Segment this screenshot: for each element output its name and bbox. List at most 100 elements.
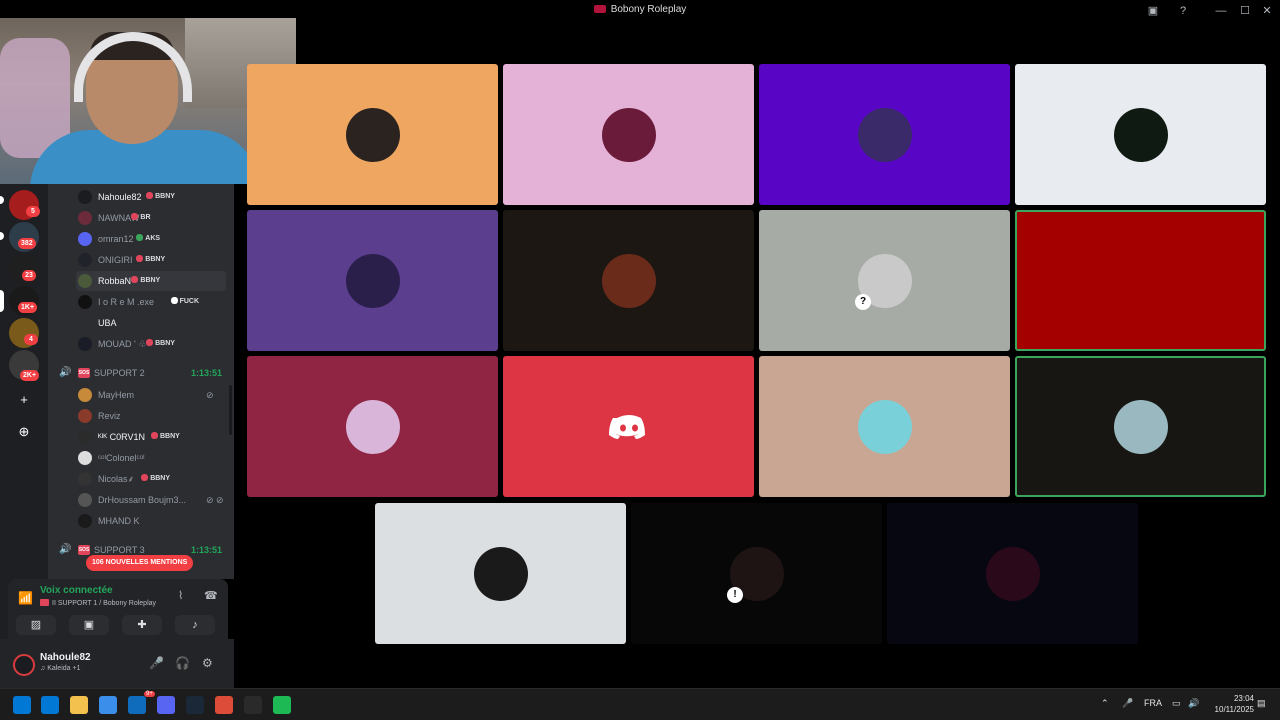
screen-share-button[interactable]: ▣	[69, 615, 109, 635]
voice-member[interactable]: MayHem ⊘	[76, 385, 226, 405]
taskbar-app-icon[interactable]	[99, 696, 117, 714]
windows-start-icon[interactable]	[13, 696, 31, 714]
avatar	[1114, 108, 1168, 162]
voice-member[interactable]: omran12 AKS	[76, 229, 226, 249]
voice-member[interactable]: MHAND K	[76, 511, 226, 531]
window-title-text: Bobony Roleplay	[610, 4, 687, 15]
mentions-banner[interactable]: 106 NOUVELLES MENTIONS	[86, 555, 194, 571]
tray-mic-icon[interactable]: 🎤	[1122, 698, 1133, 709]
close-button[interactable]: ✕	[1260, 2, 1274, 20]
help-icon[interactable]: ?	[1176, 2, 1190, 20]
member-name: DrHoussam Boujm3...	[98, 495, 187, 505]
channel-scrollbar[interactable]	[229, 385, 232, 435]
voice-member[interactable]: MOUAD ' ♧ BBNY	[76, 334, 226, 354]
voice-participant-tile[interactable]: !	[631, 503, 882, 644]
voice-participant-tile[interactable]: ?	[759, 210, 1010, 351]
server-badge: 382	[18, 238, 36, 249]
voice-participant-tile[interactable]	[1015, 64, 1266, 205]
taskbar-app-icon[interactable]	[186, 696, 204, 714]
server-logo-icon	[593, 5, 606, 13]
taskbar-app-icon[interactable]	[244, 696, 262, 714]
headset-icon[interactable]: 🎧	[175, 656, 190, 670]
signal-icon[interactable]: 📶	[18, 591, 33, 605]
avatar	[78, 274, 92, 288]
taskbar-app-icon[interactable]	[128, 696, 146, 714]
discover-button[interactable]: ⊕	[14, 422, 34, 442]
sos-icon: SOS	[78, 545, 90, 555]
channel-timer: 1:13:51	[190, 368, 222, 378]
voice-participant-tile[interactable]	[503, 64, 754, 205]
tray-volume-icon[interactable]: 🔊	[1188, 698, 1199, 709]
avatar	[858, 400, 912, 454]
voice-member[interactable]: UBA	[76, 313, 226, 333]
taskbar-app-icon[interactable]	[70, 696, 88, 714]
settings-icon[interactable]: ⚙	[202, 656, 213, 670]
guild-tag-badge: BBNY	[146, 334, 175, 354]
minimize-button[interactable]: —	[1214, 2, 1228, 20]
avatar	[78, 430, 92, 444]
voice-participant-tile[interactable]	[759, 64, 1010, 205]
clock-time: 23:04	[1233, 694, 1254, 703]
voice-participant-tile[interactable]	[247, 64, 498, 205]
server-pill	[0, 196, 4, 204]
voice-participant-tile[interactable]	[247, 356, 498, 497]
guild-tag-badge: BBNY	[136, 250, 165, 270]
inbox-icon[interactable]: ▣	[1146, 2, 1160, 20]
taskbar-app-icon[interactable]	[215, 696, 233, 714]
member-name: I o R e M .exe	[98, 297, 155, 307]
avatar	[78, 232, 92, 246]
voice-member[interactable]: Reviz	[76, 406, 226, 426]
camera-button[interactable]: ▨	[16, 615, 56, 635]
tray-language[interactable]: FRA	[1144, 698, 1162, 708]
avatar	[346, 254, 400, 308]
avatar	[858, 108, 912, 162]
voice-participant-tile[interactable]	[375, 503, 626, 644]
server-badge: 5	[26, 206, 40, 217]
taskbar-app-icon[interactable]	[157, 696, 175, 714]
add-server-button[interactable]: +	[14, 390, 34, 410]
username[interactable]: Nahoule82	[40, 652, 91, 663]
maximize-button[interactable]: ☐	[1238, 2, 1252, 20]
taskbar-app-icon[interactable]	[41, 696, 59, 714]
member-name: MayHem	[98, 390, 135, 400]
voice-member[interactable]: DrHoussam Boujm3... ⊘ ⊘	[76, 490, 226, 510]
taskbar-clock[interactable]: 23:04 10/11/2025	[1215, 693, 1254, 715]
voice-participant-tile[interactable]	[1015, 210, 1266, 351]
voice-participant-tile[interactable]	[503, 356, 754, 497]
avatar	[78, 388, 92, 402]
tray-network-icon[interactable]: ▭	[1172, 698, 1181, 709]
notifications-icon[interactable]: ▤	[1257, 698, 1266, 709]
activities-button[interactable]: ✚	[122, 615, 162, 635]
avatar	[78, 472, 92, 486]
voice-status[interactable]: Voix connectée	[40, 585, 113, 596]
voice-member[interactable]: Nicolas⸙ BBNY	[76, 469, 226, 489]
tray-overflow-icon[interactable]: ⌃	[1101, 698, 1109, 709]
voice-member[interactable]: Nahoule82 BBNY	[76, 187, 226, 207]
soundboard-button[interactable]: ♪	[175, 615, 215, 635]
microphone-icon[interactable]: 🎤	[149, 656, 164, 670]
voice-participant-tile[interactable]	[1015, 356, 1266, 497]
user-panel: Nahoule82 ♫ Kaleida +1 🎤 🎧 ⚙	[0, 639, 234, 688]
member-name: omran12	[98, 234, 134, 244]
avatar	[78, 514, 92, 528]
avatar[interactable]	[13, 654, 35, 676]
disconnect-icon[interactable]: ☎	[204, 589, 218, 602]
voice-member[interactable]: RobbaN BBNY	[76, 271, 226, 291]
noise-suppression-icon[interactable]: ⌇	[178, 589, 183, 602]
avatar	[1114, 400, 1168, 454]
taskbar-app-icon[interactable]	[273, 696, 291, 714]
voice-member[interactable]: ONIGIRI BBNY	[76, 250, 226, 270]
voice-member[interactable]: ᴷᴵᴷ C0RV1N BBNY	[76, 427, 226, 447]
guild-tag-badge: BBNY	[131, 271, 160, 291]
voice-channel-support-2[interactable]: 🔊 SOS SUPPORT 2 1:13:51	[56, 364, 226, 382]
voice-participant-tile[interactable]	[759, 356, 1010, 497]
avatar	[78, 211, 92, 225]
voice-channel-label[interactable]: II SUPPORT 1 / Bobony Roleplay	[40, 599, 156, 607]
voice-participant-tile[interactable]	[247, 210, 498, 351]
voice-member[interactable]: NAWNAW BR	[76, 208, 226, 228]
server-badge: 2K+	[20, 370, 40, 381]
voice-member[interactable]: I o R e M .exe FUCK	[76, 292, 226, 312]
voice-member[interactable]: ᶜᵒˡColonelᶜᵒˡ	[76, 448, 226, 468]
voice-participant-tile[interactable]	[503, 210, 754, 351]
voice-participant-tile[interactable]	[887, 503, 1138, 644]
